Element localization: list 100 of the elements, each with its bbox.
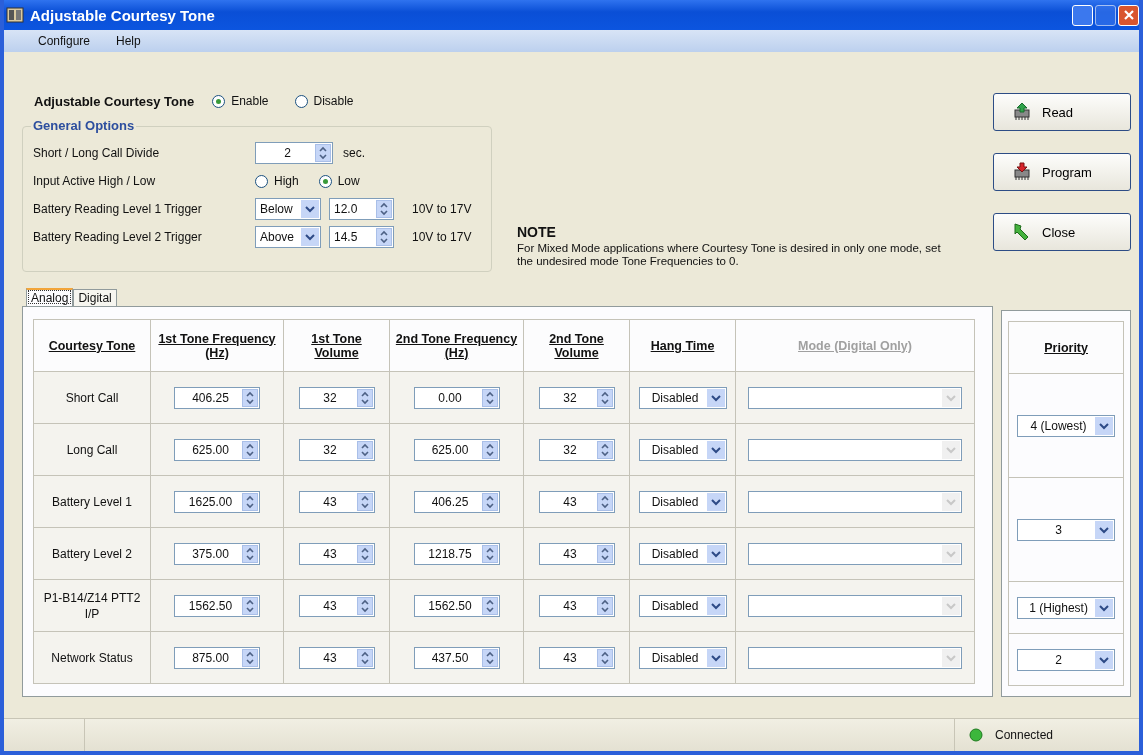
number-spinner[interactable]: 875.00: [174, 646, 260, 669]
number-spinner[interactable]: 0.00: [413, 386, 500, 409]
dropdown-button[interactable]: [706, 388, 725, 407]
dropdown[interactable]: Disabled: [638, 438, 727, 461]
spin-button[interactable]: [596, 648, 613, 667]
radio-label[interactable]: High: [274, 174, 299, 188]
dropdown-button[interactable]: [1095, 416, 1114, 435]
dropdown[interactable]: 1 (Highest): [1017, 596, 1116, 619]
dropdown[interactable]: Disabled: [638, 490, 727, 513]
number-spinner[interactable]: 43: [298, 594, 375, 617]
spin-button[interactable]: [481, 440, 498, 459]
spin-button[interactable]: [315, 144, 331, 162]
radio-label[interactable]: Enable: [231, 94, 269, 108]
column-header: Hang Time: [629, 319, 736, 372]
action-button[interactable]: Close: [993, 213, 1131, 251]
radio-button[interactable]: [255, 174, 268, 188]
spin-button[interactable]: [596, 388, 613, 407]
maximize-button[interactable]: [1095, 4, 1116, 26]
radio-button[interactable]: [294, 94, 308, 108]
number-spinner[interactable]: 625.00: [413, 438, 500, 461]
spin-button[interactable]: [356, 440, 373, 459]
number-spinner[interactable]: 437.50: [413, 646, 500, 669]
spin-button[interactable]: [356, 492, 373, 511]
spin-button[interactable]: [242, 648, 258, 667]
spin-button[interactable]: [481, 388, 498, 407]
radio-label[interactable]: Low: [337, 174, 360, 188]
dropdown[interactable]: Disabled: [638, 594, 727, 617]
dropdown-button[interactable]: [1095, 598, 1114, 617]
number-spinner[interactable]: 2: [255, 142, 333, 164]
number-spinner[interactable]: 43: [298, 542, 375, 565]
menu-item[interactable]: Configure: [34, 32, 95, 50]
number-spinner[interactable]: 375.00: [174, 542, 260, 565]
number-spinner[interactable]: 406.25: [413, 490, 500, 513]
spin-button[interactable]: [481, 492, 498, 511]
spin-button[interactable]: [596, 596, 613, 615]
menu-item[interactable]: Help: [112, 32, 145, 50]
dropdown[interactable]: 4 (Lowest): [1017, 414, 1116, 437]
dropdown-button[interactable]: [301, 200, 319, 218]
tab[interactable]: Analog: [26, 288, 74, 306]
tab[interactable]: Digital: [73, 289, 117, 306]
radio-button[interactable]: [212, 94, 226, 108]
number-spinner[interactable]: 1218.75: [413, 542, 500, 565]
number-spinner[interactable]: 14.5: [329, 226, 394, 248]
dropdown[interactable]: 3: [1017, 518, 1116, 541]
number-spinner[interactable]: 1562.50: [174, 594, 260, 617]
row-label: Network Status: [33, 631, 151, 684]
number-spinner[interactable]: 32: [298, 438, 375, 461]
spin-button[interactable]: [242, 544, 258, 563]
spin-button[interactable]: [242, 492, 258, 511]
number-spinner[interactable]: 406.25: [174, 386, 260, 409]
number-spinner[interactable]: 43: [298, 646, 375, 669]
radio-button[interactable]: [318, 174, 332, 188]
spin-button[interactable]: [376, 200, 392, 218]
dropdown-button[interactable]: [301, 228, 319, 246]
radio-label[interactable]: Disable: [313, 94, 354, 108]
spin-button[interactable]: [481, 648, 498, 667]
number-spinner[interactable]: 32: [298, 386, 375, 409]
spin-button[interactable]: [596, 440, 613, 459]
dropdown[interactable]: Disabled: [638, 646, 727, 669]
number-spinner[interactable]: 43: [538, 646, 615, 669]
number-spinner[interactable]: 43: [298, 490, 375, 513]
spin-button[interactable]: [242, 388, 258, 407]
number-spinner[interactable]: 1562.50: [413, 594, 500, 617]
spin-button[interactable]: [596, 544, 613, 563]
spin-button[interactable]: [356, 596, 373, 615]
column-header: Mode (Digital Only): [735, 319, 975, 372]
number-spinner[interactable]: 43: [538, 594, 615, 617]
spin-button[interactable]: [481, 544, 498, 563]
dropdown-button[interactable]: [1095, 650, 1114, 669]
up-down-chevron-icon: [318, 146, 328, 160]
number-spinner[interactable]: 1625.00: [174, 490, 260, 513]
number-spinner[interactable]: 43: [538, 542, 615, 565]
dropdown-button[interactable]: [706, 544, 725, 563]
number-spinner[interactable]: 32: [538, 438, 615, 461]
spin-button[interactable]: [376, 228, 392, 246]
number-spinner[interactable]: 32: [538, 386, 615, 409]
dropdown-button[interactable]: [1095, 520, 1114, 539]
dropdown-button[interactable]: [706, 648, 725, 667]
spin-button[interactable]: [356, 648, 373, 667]
dropdown-button[interactable]: [706, 492, 725, 511]
spin-button[interactable]: [596, 492, 613, 511]
minimize-button[interactable]: [1072, 4, 1093, 26]
spin-button[interactable]: [356, 388, 373, 407]
spin-button[interactable]: [242, 596, 258, 615]
number-spinner[interactable]: 12.0: [329, 198, 394, 220]
dropdown-button[interactable]: [706, 440, 725, 459]
dropdown[interactable]: Disabled: [638, 542, 727, 565]
dropdown-button[interactable]: [706, 596, 725, 615]
action-button[interactable]: Read: [993, 93, 1131, 131]
spin-button[interactable]: [356, 544, 373, 563]
dropdown[interactable]: 2: [1017, 648, 1116, 671]
number-spinner[interactable]: 43: [538, 490, 615, 513]
number-spinner[interactable]: 625.00: [174, 438, 260, 461]
dropdown[interactable]: Disabled: [638, 386, 727, 409]
dropdown[interactable]: Below: [255, 198, 321, 220]
spin-button[interactable]: [242, 440, 258, 459]
action-button[interactable]: Program: [993, 153, 1131, 191]
close-button[interactable]: [1118, 4, 1139, 26]
spin-button[interactable]: [481, 596, 498, 615]
dropdown[interactable]: Above: [255, 226, 321, 248]
